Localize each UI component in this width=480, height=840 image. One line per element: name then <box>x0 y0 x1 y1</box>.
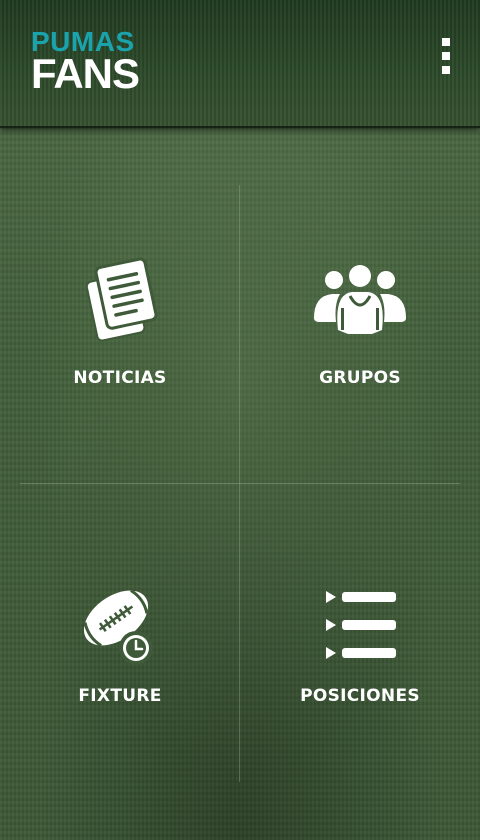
tile-label-grupos: GRUPOS <box>319 368 401 388</box>
tile-noticias[interactable]: NOTICIAS <box>20 240 220 420</box>
list-icon <box>326 591 396 659</box>
grid-divider-horizontal <box>20 483 460 484</box>
tile-fixture[interactable]: FIXTURE <box>20 560 220 740</box>
more-vertical-icon-dot <box>442 66 450 74</box>
tile-grupos[interactable]: GRUPOS <box>260 240 460 420</box>
group-icon <box>314 265 406 334</box>
logo: PUMAS FANS <box>31 28 140 97</box>
logo-text-bottom: FANS <box>31 50 140 97</box>
overflow-menu-button[interactable] <box>432 38 460 86</box>
rugby-ball-clock-icon <box>83 589 153 665</box>
more-vertical-icon-dot <box>442 52 450 60</box>
tile-label-fixture: FIXTURE <box>78 686 162 706</box>
tile-label-noticias: NOTICIAS <box>73 368 167 388</box>
more-vertical-icon-dot <box>442 38 450 46</box>
tile-label-posiciones: POSICIONES <box>300 686 420 706</box>
news-icon <box>85 257 158 342</box>
app-header: PUMAS FANS <box>0 0 480 128</box>
tile-posiciones[interactable]: POSICIONES <box>260 560 460 740</box>
